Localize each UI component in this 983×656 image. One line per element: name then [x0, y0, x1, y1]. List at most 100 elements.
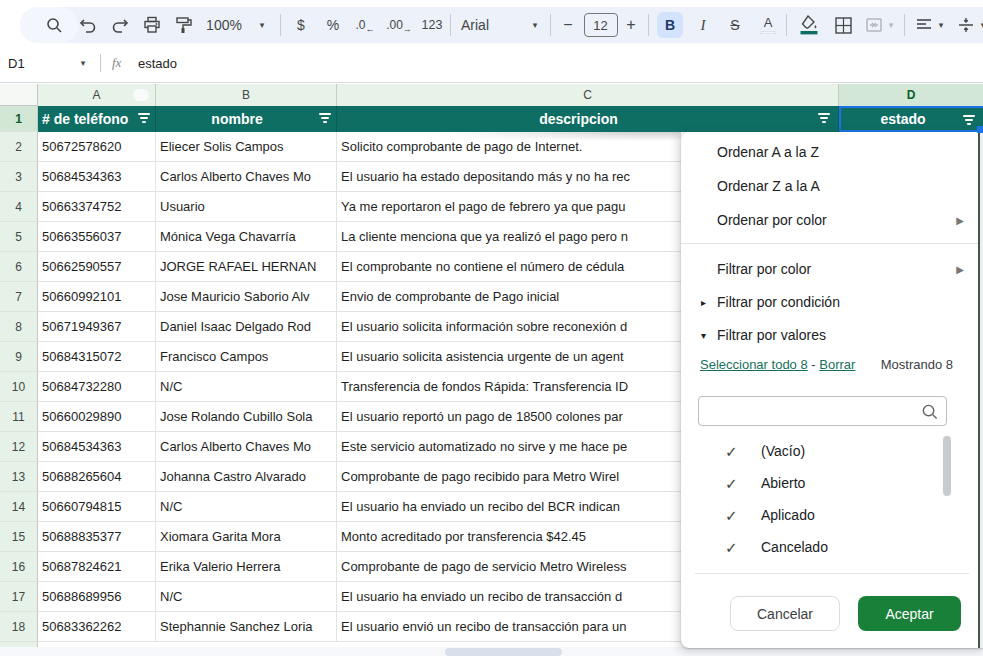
filter-icon[interactable]	[963, 115, 975, 127]
more-formats-button[interactable]: 123	[418, 7, 446, 43]
vertical-align-icon[interactable]	[955, 7, 977, 43]
cell-name[interactable]: Jose Rolando Cubillo Sola	[156, 402, 337, 432]
cell-phone[interactable]: 50687824621	[38, 552, 156, 582]
row-header[interactable]: 11	[0, 402, 38, 432]
menu-item-sort-by-color[interactable]: Ordenar por color▶	[681, 203, 983, 237]
cell-name[interactable]: Eliecer Solis Campos	[156, 132, 337, 162]
filter-icon[interactable]	[319, 113, 331, 125]
formula-input[interactable]: estado	[138, 43, 177, 83]
row-header-1[interactable]: 1	[0, 106, 38, 132]
cell-phone[interactable]: 50660794815	[38, 492, 156, 522]
borders-icon[interactable]	[831, 7, 855, 43]
horizontal-scrollbar-thumb[interactable]	[445, 648, 562, 656]
cell-phone[interactable]: 50663374752	[38, 192, 156, 222]
horizontal-align-caret-icon[interactable]: ▾	[935, 7, 947, 43]
cell-name[interactable]: Xiomara Garita Mora	[156, 522, 337, 552]
increase-font-size-button[interactable]: +	[621, 7, 641, 43]
row-header[interactable]: 10	[0, 372, 38, 402]
clear-link[interactable]: Borrar	[819, 357, 855, 372]
filter-icon[interactable]	[818, 113, 830, 125]
font-select[interactable]: Arial	[461, 7, 501, 43]
column-dropdown-pill[interactable]	[133, 89, 149, 101]
header-cell-telefono[interactable]: # de teléfono	[38, 106, 156, 132]
column-header-d[interactable]: D	[839, 84, 983, 106]
row-header[interactable]: 8	[0, 312, 38, 342]
row-header[interactable]: 3	[0, 162, 38, 192]
filter-value-item[interactable]: ✓Abierto	[681, 467, 983, 499]
horizontal-align-icon[interactable]	[913, 7, 935, 43]
format-percent-button[interactable]: %	[322, 7, 344, 43]
cancel-button[interactable]: Cancelar	[730, 596, 840, 631]
column-header-a[interactable]: A	[38, 84, 156, 106]
cell-phone[interactable]: 50683362262	[38, 612, 156, 642]
cell-name[interactable]: Erika Valerio Herrera	[156, 552, 337, 582]
column-header-c[interactable]: C	[337, 84, 839, 106]
row-header[interactable]: 16	[0, 552, 38, 582]
cell-phone[interactable]: 50684732280	[38, 372, 156, 402]
row-header[interactable]: 6	[0, 252, 38, 282]
menu-item-filter-by-color[interactable]: Filtrar por color▶	[681, 252, 983, 286]
header-cell-descripcion[interactable]: descripcion	[337, 106, 839, 132]
filter-search-input[interactable]	[698, 396, 947, 426]
cell-name[interactable]: Stephannie Sanchez Loria	[156, 612, 337, 642]
text-color-button[interactable]: A	[757, 7, 779, 43]
cell-phone[interactable]: 50688689956	[38, 582, 156, 612]
filter-value-item[interactable]: ✓(Vacío)	[681, 435, 983, 467]
cell-name[interactable]: Daniel Isaac Delgado Rod	[156, 312, 337, 342]
select-all-link[interactable]: Seleccionar todo 8	[700, 357, 808, 372]
cell-phone[interactable]: 50662590557	[38, 252, 156, 282]
name-box-caret-icon[interactable]: ▾	[76, 45, 90, 81]
row-header[interactable]: 17	[0, 582, 38, 612]
cell-phone[interactable]: 50684534363	[38, 432, 156, 462]
menu-item-filter-by-condition[interactable]: ▸Filtrar por condición	[681, 285, 983, 319]
decrease-font-size-button[interactable]: −	[558, 7, 578, 43]
filter-value-item[interactable]: ✓Aplicado	[681, 499, 983, 531]
cell-name[interactable]: Francisco Campos	[156, 342, 337, 372]
cell-name[interactable]: JORGE RAFAEL HERNAN	[156, 252, 337, 282]
row-header[interactable]: 9	[0, 342, 38, 372]
cell-name[interactable]: Carlos Alberto Chaves Mo	[156, 432, 337, 462]
row-header[interactable]: 7	[0, 282, 38, 312]
cell-name[interactable]: Johanna Castro Alvarado	[156, 462, 337, 492]
vertical-align-caret-icon[interactable]: ▾	[977, 7, 983, 43]
cell-phone[interactable]: 50660992101	[38, 282, 156, 312]
cell-name[interactable]: N/C	[156, 582, 337, 612]
cell-name[interactable]: N/C	[156, 372, 337, 402]
strikethrough-button[interactable]: S	[724, 7, 746, 43]
cell-phone[interactable]: 50684534363	[38, 162, 156, 192]
print-icon[interactable]	[140, 7, 164, 43]
redo-icon[interactable]	[108, 7, 132, 43]
row-header[interactable]: 5	[0, 222, 38, 252]
header-cell-nombre[interactable]: nombre	[156, 106, 337, 132]
row-header[interactable]: 2	[0, 132, 38, 162]
cell-name[interactable]: Mónica Vega Chavarría	[156, 222, 337, 252]
row-header[interactable]: 12	[0, 432, 38, 462]
accept-button[interactable]: Aceptar	[858, 596, 961, 631]
select-all-corner[interactable]	[0, 84, 38, 106]
column-header-b[interactable]: B	[156, 84, 337, 106]
cell-name[interactable]: Jose Mauricio Saborio Alv	[156, 282, 337, 312]
font-caret-icon[interactable]: ▾	[528, 7, 542, 43]
fill-color-icon[interactable]	[796, 7, 822, 43]
zoom-caret-icon[interactable]: ▾	[255, 7, 269, 43]
filter-value-item[interactable]: ✓Cancelado	[681, 531, 983, 563]
cell-name[interactable]: Carlos Alberto Chaves Mo	[156, 162, 337, 192]
menu-item-sort-za[interactable]: Ordenar Z a la A	[681, 169, 983, 203]
zoom-select[interactable]: 100%	[203, 7, 245, 43]
row-header[interactable]: 4	[0, 192, 38, 222]
filter-icon[interactable]	[138, 113, 150, 125]
header-cell-estado[interactable]: estado	[839, 106, 983, 132]
cell-phone[interactable]: 50660029890	[38, 402, 156, 432]
menu-item-sort-az[interactable]: Ordenar A a la Z	[681, 135, 983, 169]
decrease-decimal-button[interactable]: .0←	[352, 7, 378, 43]
row-header[interactable]: 18	[0, 612, 38, 642]
cell-phone[interactable]: 50663556037	[38, 222, 156, 252]
italic-button[interactable]: I	[692, 7, 714, 43]
paint-format-icon[interactable]	[172, 7, 196, 43]
selection-fill-handle[interactable]	[977, 126, 983, 133]
format-currency-button[interactable]: $	[290, 7, 312, 43]
cell-phone[interactable]: 50684315072	[38, 342, 156, 372]
row-header[interactable]: 15	[0, 522, 38, 552]
font-size-input[interactable]: 12	[583, 7, 618, 43]
row-header[interactable]: 13	[0, 462, 38, 492]
